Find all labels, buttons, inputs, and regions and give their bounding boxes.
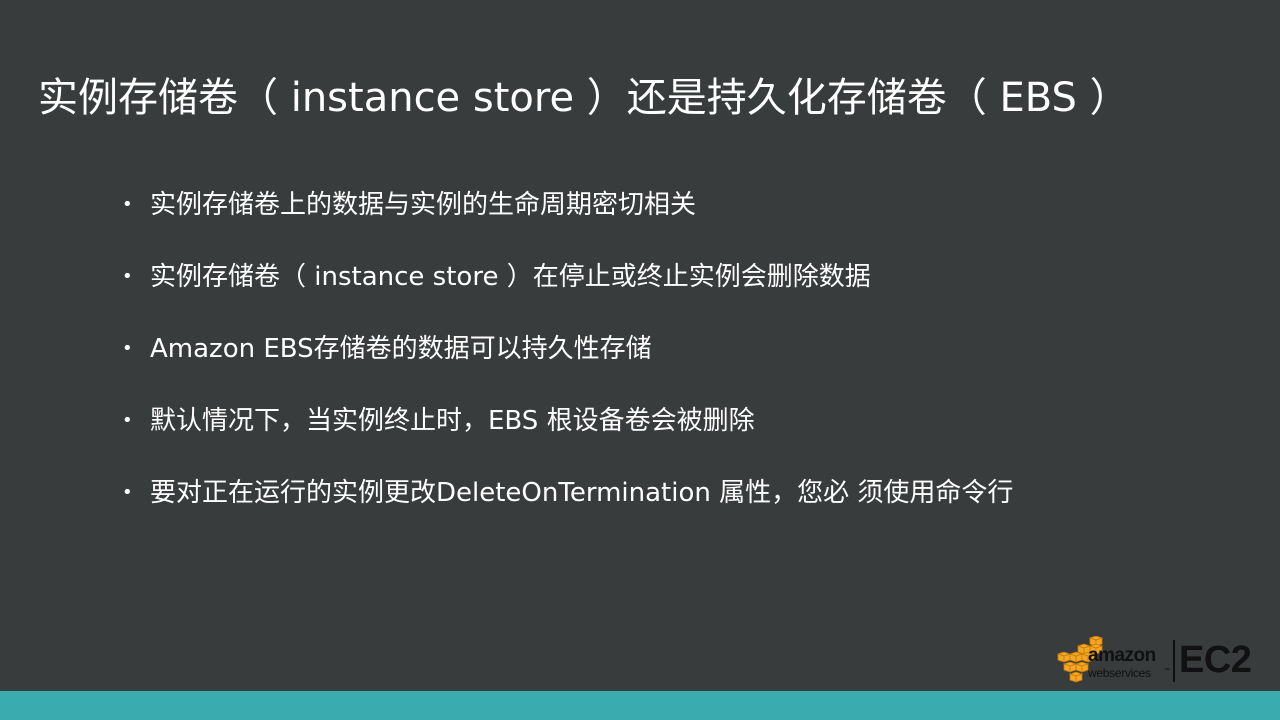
bottom-accent-band <box>0 691 1280 720</box>
bullet-item: • 实例存储卷（ instance store ）在停止或终止实例会删除数据 <box>122 257 1013 329</box>
logo-brand-text: amazon <box>1088 645 1156 666</box>
bullet-item: • 实例存储卷上的数据与实例的生命周期密切相关 <box>122 185 1013 257</box>
logo-product-text: EC2 <box>1179 639 1252 681</box>
slide-title: 实例存储卷（ instance store ）还是持久化存储卷（ EBS ） <box>38 75 1130 121</box>
bullet-item: • 默认情况下，当实例终止时，EBS 根设备卷会被删除 <box>122 401 1013 473</box>
logo-trademark: ™ <box>1164 668 1170 674</box>
bullet-item: • Amazon EBS存储卷的数据可以持久性存储 <box>122 329 1013 401</box>
aws-ec2-logo: amazon webservices ™ EC2 <box>1056 636 1260 686</box>
bullet-icon: • <box>122 194 133 215</box>
logo-divider <box>1173 640 1175 682</box>
logo-subbrand-text: webservices <box>1088 666 1151 680</box>
bullet-text: Amazon EBS存储卷的数据可以持久性存储 <box>150 334 652 364</box>
bullet-text: 要对正在运行的实例更改DeleteOnTermination 属性，您必 须使用… <box>150 478 1014 508</box>
bullet-item: • 要对正在运行的实例更改DeleteOnTermination 属性，您必 须使… <box>122 473 1013 545</box>
bullet-icon: • <box>122 338 133 359</box>
bullet-text: 实例存储卷（ instance store ）在停止或终止实例会删除数据 <box>150 262 871 292</box>
bullet-icon: • <box>122 482 133 503</box>
bullet-list: • 实例存储卷上的数据与实例的生命周期密切相关 • 实例存储卷（ instance … <box>122 185 1013 545</box>
bullet-text: 实例存储卷上的数据与实例的生命周期密切相关 <box>150 190 697 220</box>
bullet-icon: • <box>122 410 133 431</box>
bullet-text: 默认情况下，当实例终止时，EBS 根设备卷会被删除 <box>150 406 755 436</box>
bullet-icon: • <box>122 266 133 287</box>
